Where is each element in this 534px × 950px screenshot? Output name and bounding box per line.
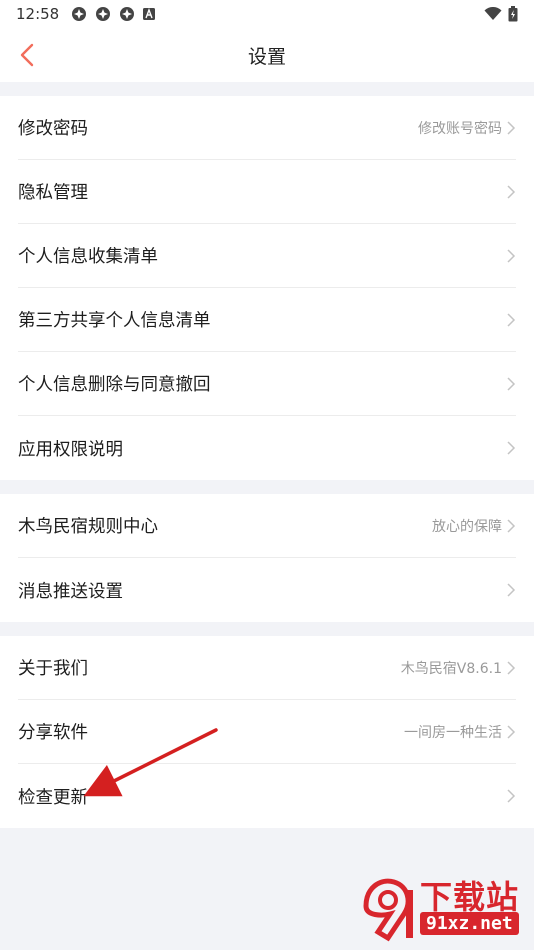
status-system-icons bbox=[484, 6, 518, 22]
settings-item-value: 修改账号密码 bbox=[418, 120, 502, 137]
settings-item-privacy-management[interactable]: 隐私管理 bbox=[18, 160, 516, 224]
battery-icon bbox=[508, 6, 518, 22]
settings-item-label: 应用权限说明 bbox=[18, 439, 123, 460]
settings-item-label: 检查更新 bbox=[18, 787, 88, 808]
watermark-logo-icon bbox=[363, 878, 413, 942]
pinwheel-icon bbox=[96, 7, 111, 21]
chevron-right-icon bbox=[507, 789, 516, 803]
chevron-right-icon bbox=[507, 120, 516, 135]
settings-item-label: 个人信息收集清单 bbox=[18, 247, 158, 267]
pinwheel-icon bbox=[120, 7, 135, 21]
settings-item-label: 分享软件 bbox=[18, 723, 88, 743]
settings-item-value: 木鸟民宿V8.6.1 bbox=[400, 660, 502, 677]
status-bar: 12:58 bbox=[0, 0, 534, 28]
settings-item-label: 消息推送设置 bbox=[18, 581, 123, 602]
settings-item-label: 第三方共享个人信息清单 bbox=[18, 311, 211, 331]
chevron-right-icon bbox=[507, 441, 516, 455]
wifi-icon bbox=[484, 7, 502, 20]
settings-item-label: 木鸟民宿规则中心 bbox=[18, 517, 158, 537]
settings-group-about: 关于我们 木鸟民宿V8.6.1 分享软件 一间房一种生活 检查更新 bbox=[0, 636, 534, 828]
settings-group-rules: 木鸟民宿规则中心 放心的保障 消息推送设置 bbox=[0, 494, 534, 622]
settings-group-account: 修改密码 修改账号密码 隐私管理 个人信息收集清单 第三方共享个人信息清单 个人… bbox=[0, 96, 534, 480]
settings-item-about-us[interactable]: 关于我们 木鸟民宿V8.6.1 bbox=[18, 636, 516, 700]
settings-item-check-update[interactable]: 检查更新 bbox=[18, 764, 516, 828]
chevron-right-icon bbox=[507, 660, 516, 675]
chevron-right-icon bbox=[507, 184, 516, 199]
settings-item-change-password[interactable]: 修改密码 修改账号密码 bbox=[18, 96, 516, 160]
settings-item-share-app[interactable]: 分享软件 一间房一种生活 bbox=[18, 700, 516, 764]
status-time: 12:58 bbox=[16, 5, 60, 23]
settings-item-label: 关于我们 bbox=[18, 659, 88, 679]
watermark: 下载站 91xz.net bbox=[358, 868, 528, 946]
settings-item-push-notifications[interactable]: 消息推送设置 bbox=[18, 558, 516, 622]
nav-bar: 设置 bbox=[0, 28, 534, 82]
settings-item-app-permissions[interactable]: 应用权限说明 bbox=[18, 416, 516, 480]
settings-item-third-party-sharing[interactable]: 第三方共享个人信息清单 bbox=[18, 288, 516, 352]
settings-item-value: 放心的保障 bbox=[432, 518, 502, 535]
settings-item-personal-info-collection[interactable]: 个人信息收集清单 bbox=[18, 224, 516, 288]
a-box-icon bbox=[143, 8, 156, 20]
back-button[interactable] bbox=[10, 38, 44, 72]
chevron-left-icon bbox=[20, 43, 34, 67]
page-title: 设置 bbox=[247, 45, 286, 68]
pinwheel-icon bbox=[72, 7, 87, 21]
status-notification-icons bbox=[71, 6, 156, 22]
chevron-right-icon bbox=[507, 376, 516, 391]
settings-item-rules-center[interactable]: 木鸟民宿规则中心 放心的保障 bbox=[18, 494, 516, 558]
chevron-right-icon bbox=[507, 583, 516, 597]
chevron-right-icon bbox=[507, 248, 516, 263]
chevron-right-icon bbox=[507, 724, 516, 739]
chevron-right-icon bbox=[507, 312, 516, 327]
chevron-right-icon bbox=[507, 518, 516, 533]
settings-item-label: 修改密码 bbox=[18, 119, 88, 139]
settings-item-value: 一间房一种生活 bbox=[404, 724, 502, 741]
settings-item-label: 隐私管理 bbox=[18, 183, 88, 203]
settings-item-label: 个人信息删除与同意撤回 bbox=[18, 375, 211, 395]
watermark-domain: 91xz.net bbox=[420, 912, 519, 935]
settings-item-delete-info-withdraw-consent[interactable]: 个人信息删除与同意撤回 bbox=[18, 352, 516, 416]
